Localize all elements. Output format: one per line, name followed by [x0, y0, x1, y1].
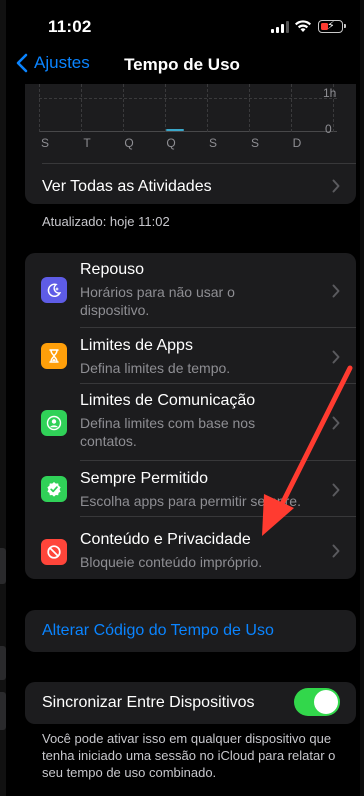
usage-chart [39, 84, 339, 140]
cellular-signal-icon [271, 21, 289, 33]
right-edge [360, 0, 364, 796]
list-item-communication-limits[interactable]: Limites de Comunicação Defina limites co… [25, 384, 356, 460]
list-item-title: Repouso [80, 261, 145, 278]
sync-devices-row: Sincronizar Entre Dispositivos [25, 682, 356, 724]
chart-baseline [39, 131, 337, 132]
page-title: Tempo de Uso [124, 55, 240, 74]
usage-chart-card: 1h 0 S T Q Q S S D Ver Todas as Atividades [25, 84, 356, 204]
list-item-content-privacy[interactable]: Conteúdo e Privacidade Bloqueie conteúdo… [25, 517, 356, 579]
edge-handle [0, 548, 6, 584]
wifi-icon [295, 20, 311, 32]
list-item-downtime[interactable]: Repouso Horários para não usar o disposi… [25, 253, 356, 327]
chevron-right-icon [332, 284, 340, 298]
checkmark-seal-icon [41, 476, 67, 502]
moon-icon [41, 277, 67, 303]
chevron-right-icon [332, 350, 340, 364]
toggle-knob [314, 690, 338, 714]
list-item-app-limits[interactable]: Limites de Apps Defina limites de tempo. [25, 328, 356, 383]
list-item-subtitle: Defina limites de tempo. [80, 360, 231, 376]
list-item-subtitle: Escolha apps para permitir sempre. [80, 493, 301, 509]
list-item-subtitle: Defina limites com base nos contatos. [80, 415, 256, 449]
no-entry-icon [41, 539, 67, 565]
sync-devices-label: Sincronizar Entre Dispositivos [42, 694, 255, 711]
list-item-title: Limites de Comunicação [80, 392, 256, 409]
chevron-right-icon [332, 179, 340, 193]
chevron-right-icon [332, 544, 340, 558]
status-time: 11:02 [48, 17, 92, 36]
person-icon [41, 410, 67, 436]
y-tick-label: 0 [325, 122, 332, 136]
edge-handle [0, 692, 6, 730]
list-item-title: Sempre Permitido [80, 470, 209, 487]
sync-footer-note: Você pode ativar isso em qualquer dispos… [42, 731, 336, 780]
change-passcode-label: Alterar Código do Tempo de Uso [42, 622, 274, 639]
battery-icon: ⚡ [318, 20, 346, 33]
chart-bar [166, 129, 184, 131]
see-all-activity-row[interactable]: Ver Todas as Atividades [25, 164, 356, 204]
x-tick-label: D [292, 136, 302, 150]
y-tick-label: 1h [323, 86, 337, 100]
sync-devices-toggle[interactable] [294, 688, 340, 716]
list-item-always-allowed[interactable]: Sempre Permitido Escolha apps para permi… [25, 461, 356, 516]
list-item-subtitle: Bloqueie conteúdo impróprio. [80, 554, 263, 570]
status-bar: 11:02 ⚡ [0, 0, 364, 48]
navigation-bar: Ajustes Tempo de Uso [0, 48, 364, 82]
x-tick-label: Q [166, 136, 176, 150]
change-passcode-row[interactable]: Alterar Código do Tempo de Uso [25, 610, 356, 652]
x-tick-label: S [250, 136, 259, 150]
hourglass-icon [41, 343, 67, 369]
list-item-subtitle: Horários para não usar o dispositivo. [80, 284, 235, 318]
settings-list: Repouso Horários para não usar o disposi… [25, 253, 356, 579]
chevron-right-icon [332, 416, 340, 430]
x-tick-label: S [40, 136, 49, 150]
x-tick-label: S [208, 136, 217, 150]
x-tick-label: Q [124, 136, 134, 150]
list-item-title: Conteúdo e Privacidade [80, 531, 251, 548]
list-item-title: Limites de Apps [80, 337, 193, 354]
updated-timestamp: Atualizado: hoje 11:02 [42, 214, 170, 229]
x-tick-label: T [83, 136, 91, 150]
chevron-right-icon [332, 483, 340, 497]
edge-handle [0, 646, 6, 680]
see-all-activity-label: Ver Todas as Atividades [42, 178, 212, 195]
